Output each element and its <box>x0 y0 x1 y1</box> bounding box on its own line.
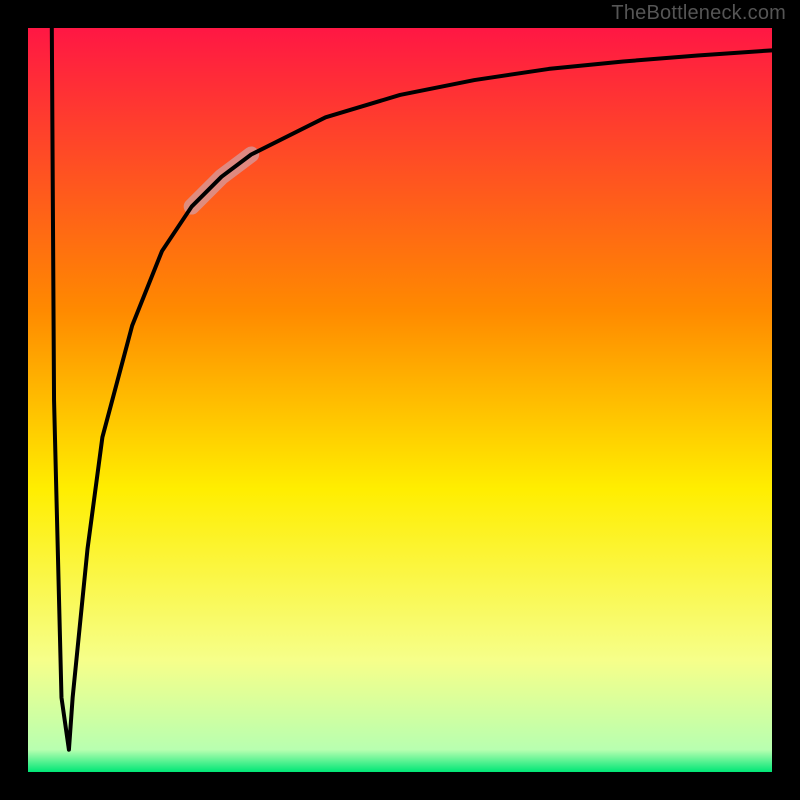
attribution-text: TheBottleneck.com <box>611 2 786 25</box>
plot-background <box>28 28 772 772</box>
bottleneck-chart <box>0 0 800 800</box>
chart-container: TheBottleneck.com <box>0 0 800 800</box>
